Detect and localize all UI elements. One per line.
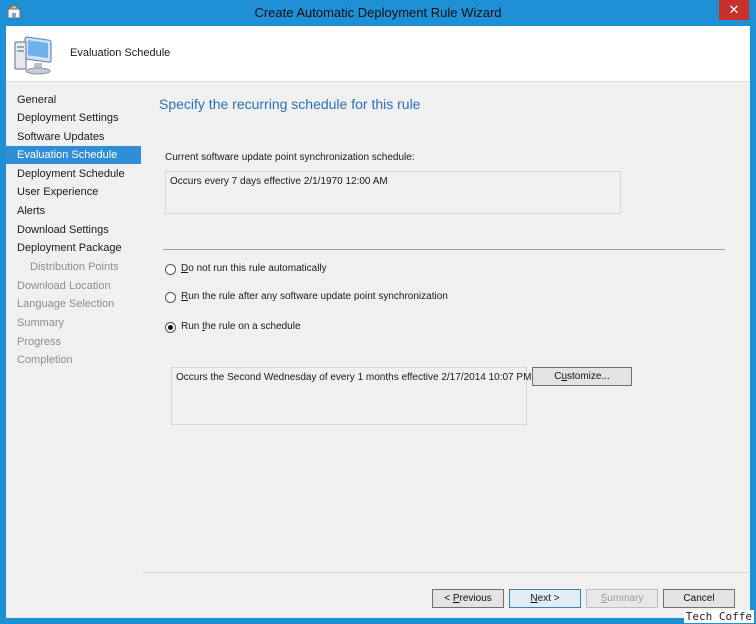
nav-item-deployment-package[interactable]: Deployment Package: [6, 239, 141, 257]
nav-item-general[interactable]: General: [6, 91, 141, 109]
nav-item-download-location: Download Location: [17, 280, 111, 292]
nav-item-download-settings[interactable]: Download Settings: [6, 221, 141, 239]
customize-button[interactable]: Customize...: [532, 367, 632, 386]
option-run-after-sync-label: Run the rule after any software update p…: [181, 291, 448, 302]
sync-schedule-field: Occurs every 7 days effective 2/1/1970 1…: [165, 171, 621, 214]
page-header: Evaluation Schedule: [6, 26, 750, 81]
sync-schedule-label: Current software update point synchroniz…: [165, 152, 415, 163]
option-do-not-run-label: Do not run this rule automatically: [181, 263, 327, 274]
watermark-text: Tech Coffe: [683, 610, 754, 623]
wizard-page-content: Specify the recurring schedule for this …: [143, 82, 750, 572]
nav-item-language-selection: Language Selection: [17, 298, 115, 310]
nav-item-alerts[interactable]: Alerts: [6, 202, 141, 220]
radio-run-after-sync[interactable]: [165, 292, 176, 303]
wizard-window: Create Automatic Deployment Rule Wizard …: [0, 0, 756, 624]
nav-item-summary: Summary: [17, 317, 65, 329]
nav-item-software-updates[interactable]: Software Updates: [6, 128, 141, 146]
section-separator: [163, 249, 725, 250]
schedule-value: Occurs the Second Wednesday of every 1 m…: [176, 372, 532, 383]
window-title: Create Automatic Deployment Rule Wizard: [254, 5, 502, 20]
nav-item-user-experience[interactable]: User Experience: [6, 183, 141, 201]
cancel-button[interactable]: Cancel: [663, 589, 735, 608]
sync-schedule-value: Occurs every 7 days effective 2/1/1970 1…: [170, 176, 388, 187]
wizard-footer: < Previous Next > Summary Cancel: [143, 572, 750, 618]
previous-button[interactable]: < Previous: [432, 589, 504, 608]
wizard-client-area: Evaluation Schedule General Deployment S…: [6, 26, 750, 618]
nav-item-deployment-settings[interactable]: Deployment Settings: [6, 109, 141, 127]
radio-run-on-schedule[interactable]: [165, 322, 176, 333]
title-bar[interactable]: Create Automatic Deployment Rule Wizard …: [0, 0, 756, 26]
close-button[interactable]: ✕: [719, 0, 749, 20]
next-button[interactable]: Next >: [509, 589, 581, 608]
radio-do-not-run[interactable]: [165, 264, 176, 275]
wizard-navigation: General Deployment Settings Software Upd…: [6, 82, 143, 618]
page-title: Evaluation Schedule: [70, 47, 171, 59]
nav-item-distribution-points: Distribution Points: [30, 261, 119, 273]
schedule-field[interactable]: Occurs the Second Wednesday of every 1 m…: [171, 367, 531, 425]
computer-monitor-icon: [14, 36, 52, 75]
nav-item-progress: Progress: [17, 336, 62, 348]
nav-item-completion: Completion: [17, 354, 73, 366]
option-run-on-schedule-label: Run the rule on a schedule: [181, 321, 301, 332]
nav-item-deployment-schedule[interactable]: Deployment Schedule: [6, 165, 141, 183]
nav-item-evaluation-schedule[interactable]: Evaluation Schedule: [6, 146, 141, 164]
page-heading: Specify the recurring schedule for this …: [159, 96, 421, 112]
summary-button: Summary: [586, 589, 658, 608]
